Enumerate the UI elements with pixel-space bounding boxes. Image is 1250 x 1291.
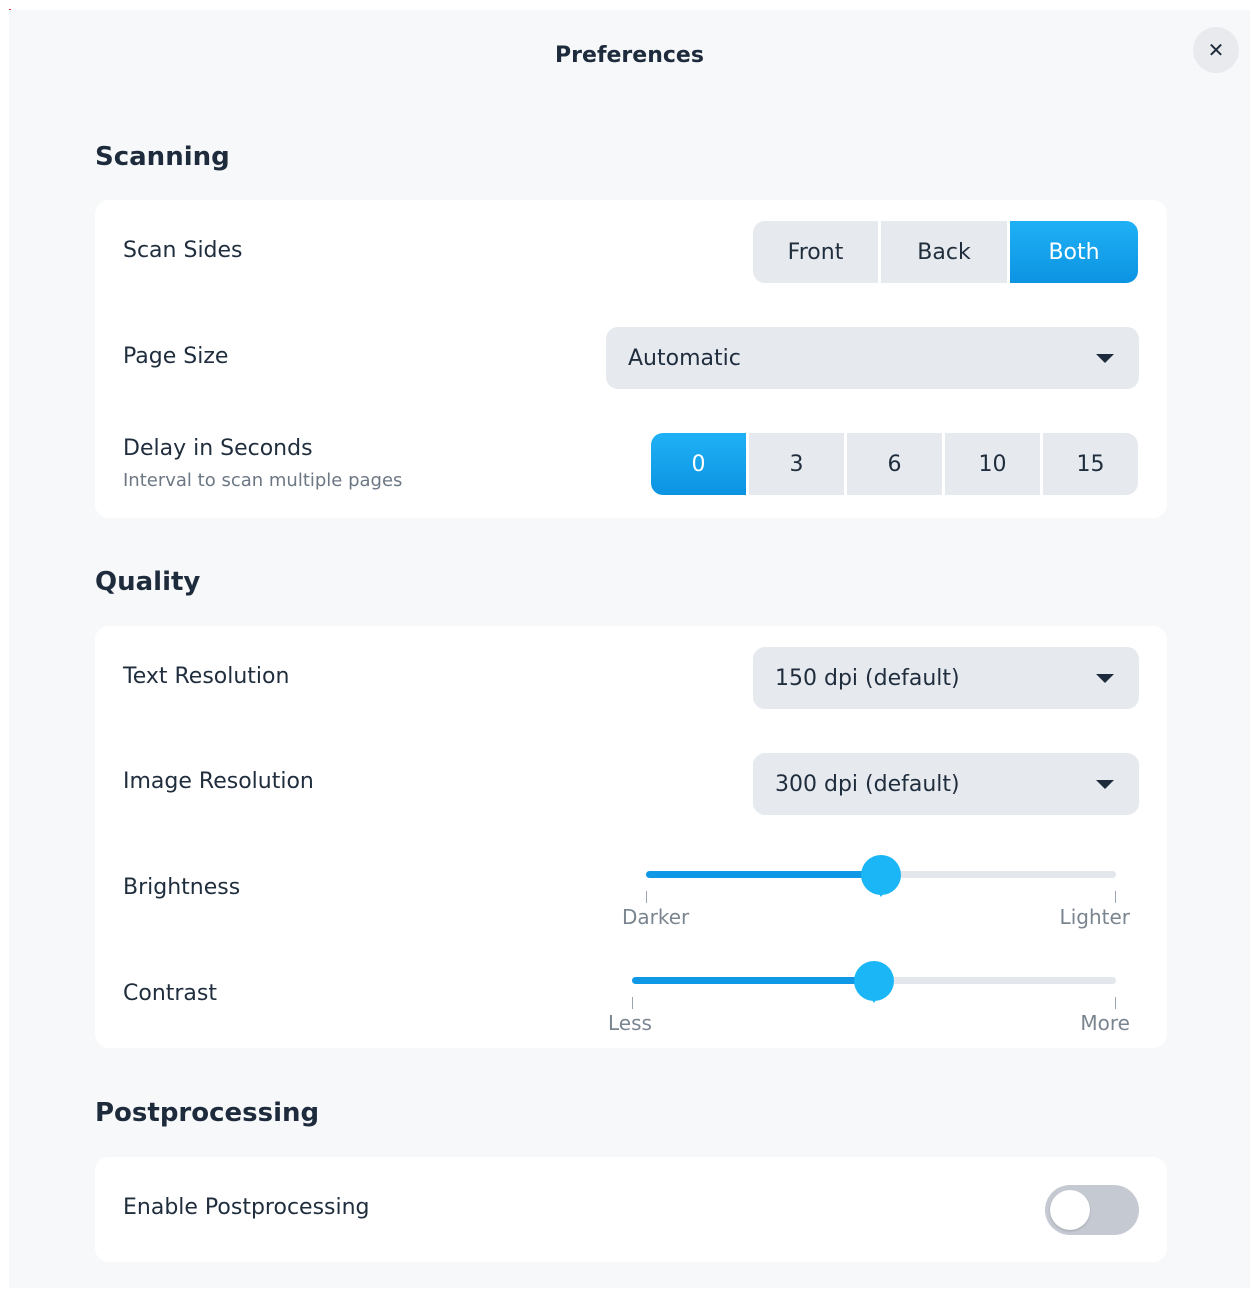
- enable-postprocessing-label: Enable Postprocessing: [123, 1195, 370, 1220]
- brightness-min-label: Darker: [622, 905, 690, 929]
- slider-thumb[interactable]: [861, 855, 901, 897]
- page-size-label: Page Size: [123, 344, 229, 369]
- enable-postprocessing-toggle[interactable]: [1045, 1185, 1139, 1235]
- brightness-label: Brightness: [123, 875, 241, 900]
- section-title-quality: Quality: [95, 567, 201, 597]
- scan-sides-selector: Front Back Both: [753, 221, 1138, 283]
- close-icon: ✕: [1207, 38, 1225, 62]
- window-title: Preferences: [555, 43, 704, 68]
- image-resolution-label: Image Resolution: [123, 769, 314, 794]
- slider-fill: [646, 871, 881, 878]
- toggle-knob: [1050, 1190, 1090, 1230]
- delay-option-6[interactable]: 6: [847, 433, 942, 495]
- contrast-label: Contrast: [123, 981, 218, 1006]
- scan-sides-label: Scan Sides: [123, 238, 243, 263]
- slider-tick-max: [1115, 997, 1116, 1009]
- quality-card: Text Resolution 150 dpi (default) Image …: [95, 626, 1167, 1048]
- scan-sides-both[interactable]: Both: [1010, 221, 1138, 283]
- chevron-down-icon: [1096, 674, 1114, 683]
- scanning-card: Scan Sides Front Back Both Page Size Aut…: [95, 200, 1167, 518]
- contrast-slider[interactable]: Less More: [608, 959, 1130, 1035]
- preferences-window: Preferences ✕ Scanning Scan Sides Front …: [9, 10, 1250, 1288]
- chevron-down-icon: [1096, 780, 1114, 789]
- delay-option-10[interactable]: 10: [945, 433, 1040, 495]
- text-resolution-label: Text Resolution: [123, 664, 290, 689]
- text-resolution-dropdown[interactable]: 150 dpi (default): [753, 647, 1139, 709]
- chevron-down-icon: [1096, 354, 1114, 363]
- section-title-postprocessing: Postprocessing: [95, 1098, 320, 1128]
- section-title-scanning: Scanning: [95, 142, 230, 172]
- scan-sides-back[interactable]: Back: [881, 221, 1007, 283]
- page-size-value: Automatic: [628, 345, 741, 371]
- brightness-max-label: Lighter: [1059, 905, 1130, 929]
- brightness-slider[interactable]: Darker Lighter: [622, 853, 1130, 929]
- slider-fill: [632, 977, 874, 984]
- delay-option-3[interactable]: 3: [749, 433, 844, 495]
- close-button[interactable]: ✕: [1193, 27, 1239, 73]
- contrast-max-label: More: [1080, 1011, 1130, 1035]
- slider-tick-max: [1115, 891, 1116, 903]
- contrast-min-label: Less: [608, 1011, 652, 1035]
- delay-label: Delay in Seconds: [123, 436, 313, 461]
- image-resolution-value: 300 dpi (default): [775, 771, 960, 797]
- delay-option-15[interactable]: 15: [1043, 433, 1138, 495]
- slider-tick-min: [646, 891, 647, 903]
- delay-selector: 0 3 6 10 15: [651, 433, 1138, 495]
- page-size-dropdown[interactable]: Automatic: [606, 327, 1139, 389]
- delay-option-0[interactable]: 0: [651, 433, 746, 495]
- text-resolution-value: 150 dpi (default): [775, 665, 960, 691]
- delay-sublabel: Interval to scan multiple pages: [123, 470, 403, 491]
- image-resolution-dropdown[interactable]: 300 dpi (default): [753, 753, 1139, 815]
- scan-sides-front[interactable]: Front: [753, 221, 878, 283]
- slider-tick-min: [632, 997, 633, 1009]
- postprocessing-card: Enable Postprocessing: [95, 1157, 1167, 1262]
- slider-thumb[interactable]: [854, 961, 894, 1003]
